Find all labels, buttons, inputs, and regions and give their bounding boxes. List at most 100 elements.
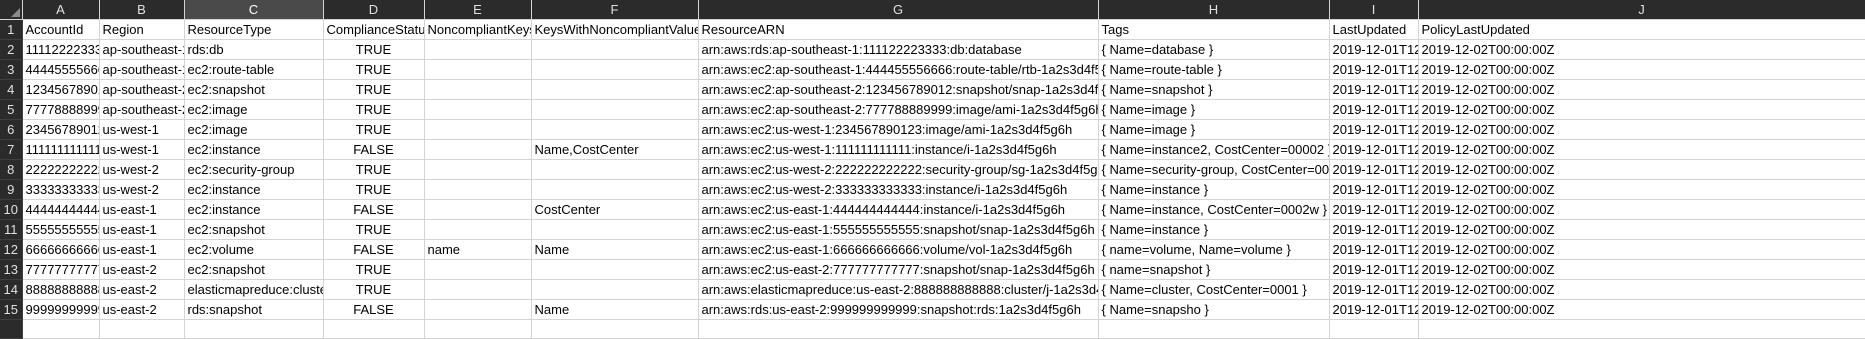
empty-cell[interactable] [424,319,532,339]
cell-e13[interactable] [424,259,532,280]
cell-c14[interactable]: elasticmapreduce:cluster [184,279,324,300]
cell-g11[interactable]: arn:aws:ec2:us-east-1:555555555555:snaps… [698,219,1099,240]
cell-f2[interactable] [531,39,699,60]
column-header-f[interactable]: F [531,0,699,20]
cell-f6[interactable] [531,119,699,140]
row-header[interactable]: 9 [0,179,23,200]
cell-f5[interactable] [531,99,699,120]
row-header[interactable]: 3 [0,59,23,80]
cell-b8[interactable]: us-west-2 [99,159,185,180]
row-header[interactable]: 2 [0,39,23,60]
column-header-i[interactable]: I [1329,0,1419,20]
cell-h9[interactable]: { Name=instance } [1098,179,1330,200]
cell-i4[interactable]: 2019-12-01T12:00:00Z [1329,79,1419,100]
cell-h11[interactable]: { Name=instance } [1098,219,1330,240]
cell-e1[interactable]: NoncompliantKeys [424,19,532,40]
cell-e12[interactable]: name [424,239,532,260]
cell-h14[interactable]: { Name=cluster, CostCenter=0001 } [1098,279,1330,300]
cell-j10[interactable]: 2019-12-02T00:00:00Z [1418,199,1865,220]
row-header[interactable]: 4 [0,79,23,100]
cell-g15[interactable]: arn:aws:rds:us-east-2:999999999999:snaps… [698,299,1099,320]
cell-e9[interactable] [424,179,532,200]
cell-i15[interactable]: 2019-12-01T12:00:00Z [1329,299,1419,320]
cell-h2[interactable]: { Name=database } [1098,39,1330,60]
cell-a4[interactable]: 123456789012 [22,79,100,100]
cell-g8[interactable]: arn:aws:ec2:us-west-2:222222222222:secur… [698,159,1099,180]
cell-i13[interactable]: 2019-12-01T12:00:00Z [1329,259,1419,280]
cell-c11[interactable]: ec2:snapshot [184,219,324,240]
empty-cell[interactable] [323,319,425,339]
row-header[interactable]: 14 [0,279,23,300]
cell-d2[interactable]: TRUE [323,39,425,60]
cell-j11[interactable]: 2019-12-02T00:00:00Z [1418,219,1865,240]
cell-a15[interactable]: 999999999999 [22,299,100,320]
row-header[interactable]: 11 [0,219,23,240]
cell-b12[interactable]: us-east-1 [99,239,185,260]
empty-cell[interactable] [1329,319,1419,339]
row-header[interactable]: 15 [0,299,23,320]
cell-g13[interactable]: arn:aws:ec2:us-east-2:777777777777:snaps… [698,259,1099,280]
cell-e10[interactable] [424,199,532,220]
cell-e4[interactable] [424,79,532,100]
cell-h12[interactable]: { name=volume, Name=volume } [1098,239,1330,260]
cell-c15[interactable]: rds:snapshot [184,299,324,320]
cell-j13[interactable]: 2019-12-02T00:00:00Z [1418,259,1865,280]
cell-a3[interactable]: 444455556666 [22,59,100,80]
cell-c13[interactable]: ec2:snapshot [184,259,324,280]
cell-f14[interactable] [531,279,699,300]
row-header[interactable]: 10 [0,199,23,220]
cell-d13[interactable]: TRUE [323,259,425,280]
cell-h1[interactable]: Tags [1098,19,1330,40]
cell-b13[interactable]: us-east-2 [99,259,185,280]
cell-g14[interactable]: arn:aws:elasticmapreduce:us-east-2:88888… [698,279,1099,300]
cell-e15[interactable] [424,299,532,320]
empty-cell[interactable] [1418,319,1865,339]
cell-h10[interactable]: { Name=instance, CostCenter=0002w } [1098,199,1330,220]
cell-d4[interactable]: TRUE [323,79,425,100]
cell-j1[interactable]: PolicyLastUpdated [1418,19,1865,40]
cell-f13[interactable] [531,259,699,280]
row-header[interactable]: 13 [0,259,23,280]
cell-c6[interactable]: ec2:image [184,119,324,140]
cell-c9[interactable]: ec2:instance [184,179,324,200]
cell-a2[interactable]: 111122223333 [22,39,100,60]
cell-h5[interactable]: { Name=image } [1098,99,1330,120]
cell-d11[interactable]: TRUE [323,219,425,240]
cell-h8[interactable]: { Name=security-group, CostCenter=0001 } [1098,159,1330,180]
cell-i2[interactable]: 2019-12-01T12:00:00Z [1329,39,1419,60]
cell-e6[interactable] [424,119,532,140]
cell-e11[interactable] [424,219,532,240]
cell-c5[interactable]: ec2:image [184,99,324,120]
row-header[interactable]: 5 [0,99,23,120]
cell-i1[interactable]: LastUpdated [1329,19,1419,40]
cell-h6[interactable]: { Name=image } [1098,119,1330,140]
cell-g4[interactable]: arn:aws:ec2:ap-southeast-2:123456789012:… [698,79,1099,100]
cell-e14[interactable] [424,279,532,300]
cell-g10[interactable]: arn:aws:ec2:us-east-1:444444444444:insta… [698,199,1099,220]
cell-d9[interactable]: TRUE [323,179,425,200]
cell-i6[interactable]: 2019-12-01T12:00:00Z [1329,119,1419,140]
cell-f12[interactable]: Name [531,239,699,260]
cell-i12[interactable]: 2019-12-01T12:00:00Z [1329,239,1419,260]
cell-f7[interactable]: Name,CostCenter [531,139,699,160]
cell-a1[interactable]: AccountId [22,19,100,40]
cell-j14[interactable]: 2019-12-02T00:00:00Z [1418,279,1865,300]
cell-b7[interactable]: us-west-1 [99,139,185,160]
cell-b11[interactable]: us-east-1 [99,219,185,240]
cell-c3[interactable]: ec2:route-table [184,59,324,80]
column-header-c[interactable]: C [184,0,324,20]
empty-cell[interactable] [184,319,324,339]
cell-d14[interactable]: TRUE [323,279,425,300]
cell-d5[interactable]: TRUE [323,99,425,120]
cell-a13[interactable]: 777777777777 [22,259,100,280]
row-header[interactable]: 7 [0,139,23,160]
cell-a14[interactable]: 888888888888 [22,279,100,300]
empty-cell[interactable] [531,319,699,339]
cell-f10[interactable]: CostCenter [531,199,699,220]
cell-e3[interactable] [424,59,532,80]
cell-i3[interactable]: 2019-12-01T12:00:00Z [1329,59,1419,80]
cell-c4[interactable]: ec2:snapshot [184,79,324,100]
cell-d7[interactable]: FALSE [323,139,425,160]
cell-f11[interactable] [531,219,699,240]
cell-d3[interactable]: TRUE [323,59,425,80]
